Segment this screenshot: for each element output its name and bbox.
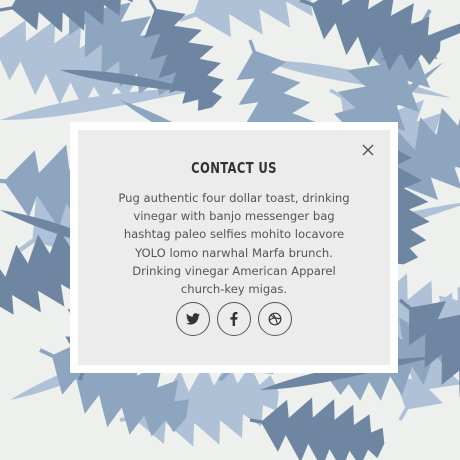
facebook-button[interactable] — [217, 302, 251, 336]
body-line: YOLO lomo narwhal Marfa brunch. — [135, 245, 333, 260]
facebook-icon — [230, 312, 238, 326]
modal-title: CONTACT US — [191, 159, 277, 177]
close-button[interactable] — [360, 142, 376, 158]
social-links — [78, 302, 390, 338]
twitter-icon — [186, 313, 200, 325]
body-line: Pug authentic four dollar toast, drinkin… — [118, 191, 350, 205]
modal-body-text: Pug authentic four dollar toast, drinkin… — [100, 189, 368, 298]
dribbble-icon — [268, 312, 282, 326]
body-line: hashtag paleo selfies mohito locavore — [123, 227, 345, 242]
body-line: church-key migas. — [180, 282, 288, 297]
body-line: vinegar with banjo messenger bag — [133, 209, 335, 224]
dribbble-button[interactable] — [258, 302, 292, 336]
body-line: Drinking vinegar American Apparel — [132, 263, 336, 278]
contact-modal: CONTACT US Pug authentic four dollar toa… — [70, 122, 398, 373]
page-background: CONTACT US Pug authentic four dollar toa… — [0, 0, 460, 460]
close-icon — [362, 144, 374, 156]
contact-modal-panel: CONTACT US Pug authentic four dollar toa… — [78, 130, 390, 365]
twitter-button[interactable] — [176, 302, 210, 336]
